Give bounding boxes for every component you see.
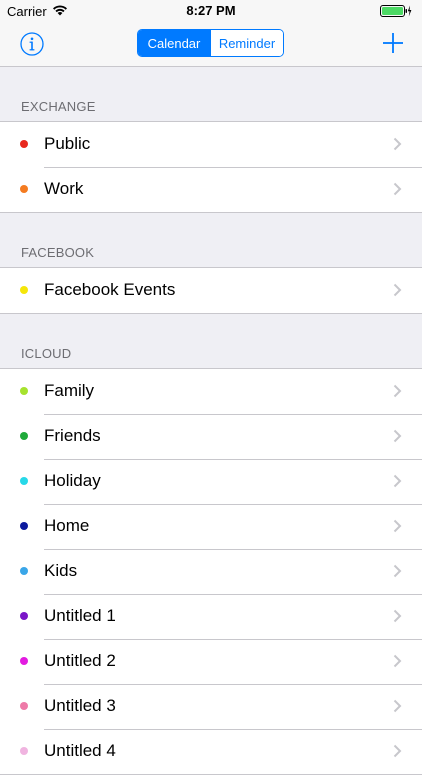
calendar-row-untitled-3[interactable]: Untitled 3	[0, 684, 422, 729]
chevron-right-icon	[393, 137, 402, 151]
calendar-color-dot	[20, 286, 28, 294]
calendar-color-dot	[20, 702, 28, 710]
section-icloud: Family Friends Holiday Home Kids Untitle…	[0, 368, 422, 775]
navigation-bar: Calendar Reminder	[0, 22, 422, 67]
section-header-facebook: FACEBOOK	[21, 245, 95, 260]
calendar-color-dot	[20, 567, 28, 575]
calendar-color-dot	[20, 612, 28, 620]
calendar-color-dot	[20, 657, 28, 665]
section-header-icloud: ICLOUD	[21, 346, 72, 361]
calendar-row-untitled-1[interactable]: Untitled 1	[0, 594, 422, 639]
calendar-row-facebook-events[interactable]: Facebook Events	[0, 268, 422, 313]
status-bar: Carrier 8:27 PM	[0, 0, 422, 22]
calendar-row-family[interactable]: Family	[0, 369, 422, 414]
chevron-right-icon	[393, 654, 402, 668]
calendar-row-work[interactable]: Work	[0, 167, 422, 212]
calendar-color-dot	[20, 522, 28, 530]
plus-icon[interactable]	[383, 33, 403, 53]
chevron-right-icon	[393, 699, 402, 713]
calendar-label: Holiday	[44, 471, 101, 490]
chevron-right-icon	[393, 283, 402, 297]
segment-calendar[interactable]: Calendar	[138, 30, 210, 56]
calendar-row-public[interactable]: Public	[0, 122, 422, 167]
calendar-label: Family	[44, 381, 95, 400]
calendar-color-dot	[20, 477, 28, 485]
segment-reminder[interactable]: Reminder	[210, 30, 283, 56]
calendar-label: Untitled 1	[44, 606, 116, 625]
calendar-color-dot	[20, 387, 28, 395]
chevron-right-icon	[393, 744, 402, 758]
section-facebook: Facebook Events	[0, 267, 422, 314]
calendar-row-friends[interactable]: Friends	[0, 414, 422, 459]
info-icon[interactable]	[20, 32, 44, 56]
section-exchange: Public Work	[0, 121, 422, 213]
chevron-right-icon	[393, 429, 402, 443]
chevron-right-icon	[393, 182, 402, 196]
chevron-right-icon	[393, 519, 402, 533]
chevron-right-icon	[393, 384, 402, 398]
chevron-right-icon	[393, 474, 402, 488]
calendar-color-dot	[20, 140, 28, 148]
calendar-row-untitled-4[interactable]: Untitled 4	[0, 729, 422, 774]
calendar-label: Public	[44, 134, 91, 153]
calendar-row-holiday[interactable]: Holiday	[0, 459, 422, 504]
calendar-color-dot	[20, 432, 28, 440]
calendar-label: Untitled 2	[44, 651, 116, 670]
calendar-row-untitled-2[interactable]: Untitled 2	[0, 639, 422, 684]
calendar-color-dot	[20, 747, 28, 755]
calendar-label: Kids	[44, 561, 78, 580]
section-header-exchange: EXCHANGE	[21, 99, 96, 114]
calendar-row-home[interactable]: Home	[0, 504, 422, 549]
calendar-reminder-segmented-control: Calendar Reminder	[137, 29, 284, 57]
battery-icon	[380, 5, 412, 17]
calendar-label: Home	[44, 516, 90, 535]
status-time: 8:27 PM	[186, 3, 236, 18]
calendar-label: Work	[44, 179, 84, 198]
calendar-label: Facebook Events	[44, 280, 176, 299]
calendar-color-dot	[20, 185, 28, 193]
chevron-right-icon	[393, 564, 402, 578]
calendar-label: Friends	[44, 426, 101, 445]
calendar-row-kids[interactable]: Kids	[0, 549, 422, 594]
chevron-right-icon	[393, 609, 402, 623]
calendar-label: Untitled 3	[44, 696, 116, 715]
calendar-label: Untitled 4	[44, 741, 116, 760]
calendar-list: EXCHANGE Public Work FACEBOOK Facebook E…	[0, 67, 422, 775]
